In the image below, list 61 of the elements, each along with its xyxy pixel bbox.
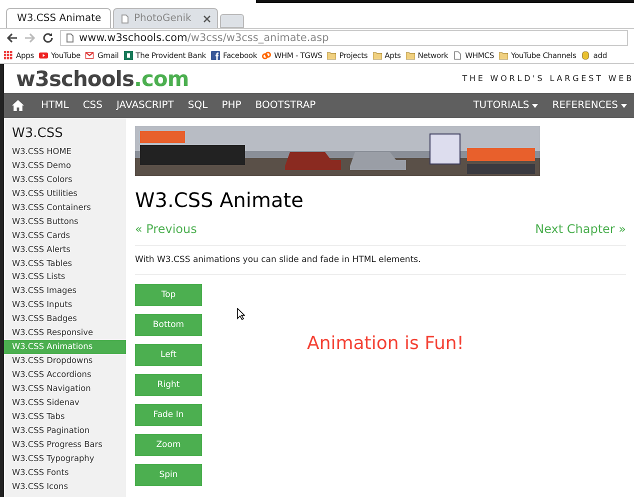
sidebar-item[interactable]: W3.CSS Fonts xyxy=(4,466,126,480)
nav-link[interactable]: CSS xyxy=(76,100,110,111)
sidebar-item[interactable]: W3.CSS Tables xyxy=(4,256,126,270)
home-icon[interactable] xyxy=(12,100,24,111)
sidebar-item[interactable]: W3.CSS Icons xyxy=(4,480,126,494)
nav-link[interactable]: REFERENCES xyxy=(545,100,634,111)
sidebar-title: W3.CSS xyxy=(11,126,64,143)
apps-grid-icon xyxy=(4,50,13,60)
database-icon xyxy=(581,50,590,60)
sidebar-item[interactable]: W3.CSS HOME xyxy=(4,145,126,159)
browser-tab[interactable]: W3.CSS Animate xyxy=(6,8,111,28)
play-icon xyxy=(39,50,48,60)
close-icon[interactable] xyxy=(203,14,211,22)
caret-icon xyxy=(621,104,627,108)
site-logo[interactable]: w3schools.com xyxy=(16,66,189,90)
page-icon xyxy=(453,50,462,60)
sidebar-item[interactable]: W3.CSS Progress Bars xyxy=(4,438,126,452)
sidebar-item[interactable]: W3.CSS Cards xyxy=(4,228,126,243)
intro-text: With W3.CSS animations you can slide and fade in HTML elements. xyxy=(135,255,422,265)
sidebar-item[interactable]: W3.CSS Utilities xyxy=(4,186,126,201)
nav-link[interactable]: JAVASCRIPT xyxy=(110,100,181,111)
sidebar-item[interactable]: W3.CSS Responsive xyxy=(4,326,126,340)
caret-icon xyxy=(532,104,538,108)
square-icon xyxy=(124,50,133,60)
nav-link[interactable]: SQL xyxy=(180,100,215,111)
nav-link[interactable]: TUTORIALS xyxy=(466,100,546,111)
sidebar-item[interactable]: W3.CSS Inputs xyxy=(4,298,126,312)
facebook-icon xyxy=(211,50,220,60)
link-icon xyxy=(262,50,272,60)
reload-icon[interactable] xyxy=(42,32,54,44)
sidebar-item[interactable]: W3.CSS Dropdowns xyxy=(4,354,126,368)
sidebar-item[interactable]: W3.CSS Accordions xyxy=(4,368,126,382)
address-field[interactable]: www.w3schools.com/w3css/w3css_animate.asp xyxy=(60,30,628,46)
sidebar-item[interactable]: W3.CSS Lists xyxy=(4,270,126,284)
tagline: THE WORLD'S LARGEST WEB xyxy=(462,74,634,83)
back-icon[interactable] xyxy=(6,32,18,44)
folder-icon xyxy=(499,50,508,60)
cursor-icon xyxy=(237,308,245,320)
mail-icon xyxy=(85,50,94,60)
folder-icon xyxy=(372,50,382,60)
folder-icon xyxy=(327,50,336,60)
sidebar-item[interactable]: W3.CSS Badges xyxy=(4,312,126,326)
page-title: W3.CSS Animate xyxy=(135,188,304,212)
sidebar-item[interactable]: W3.CSS Alerts xyxy=(4,242,126,256)
folder-icon xyxy=(406,50,415,60)
sidebar-item[interactable]: W3.CSS Images xyxy=(4,284,126,298)
sidebar-item[interactable]: W3.CSS Buttons xyxy=(4,214,126,229)
page-icon xyxy=(120,14,130,24)
sidebar-item[interactable]: W3.CSS Pagination xyxy=(4,424,126,438)
demo-text: Animation is Fun! xyxy=(307,333,464,355)
nav-link[interactable]: HTML xyxy=(34,100,76,111)
sidebar-item[interactable]: W3.CSS Colors xyxy=(4,172,126,187)
nav-link[interactable]: PHP xyxy=(214,100,248,111)
sidebar-item[interactable]: W3.CSS Typography xyxy=(4,452,126,466)
page-icon xyxy=(65,33,75,43)
sidebar-item[interactable]: W3.CSS Sidenav xyxy=(4,396,126,410)
sidebar-item[interactable]: W3.CSS Navigation xyxy=(4,382,126,396)
nav-link[interactable]: BOOTSTRAP xyxy=(248,100,323,111)
sidebar-item[interactable]: W3.CSS Demo xyxy=(4,158,126,173)
sidebar-item[interactable]: W3.CSS Tabs xyxy=(4,410,126,424)
sidebar-item[interactable]: W3.CSS Containers xyxy=(4,200,126,215)
